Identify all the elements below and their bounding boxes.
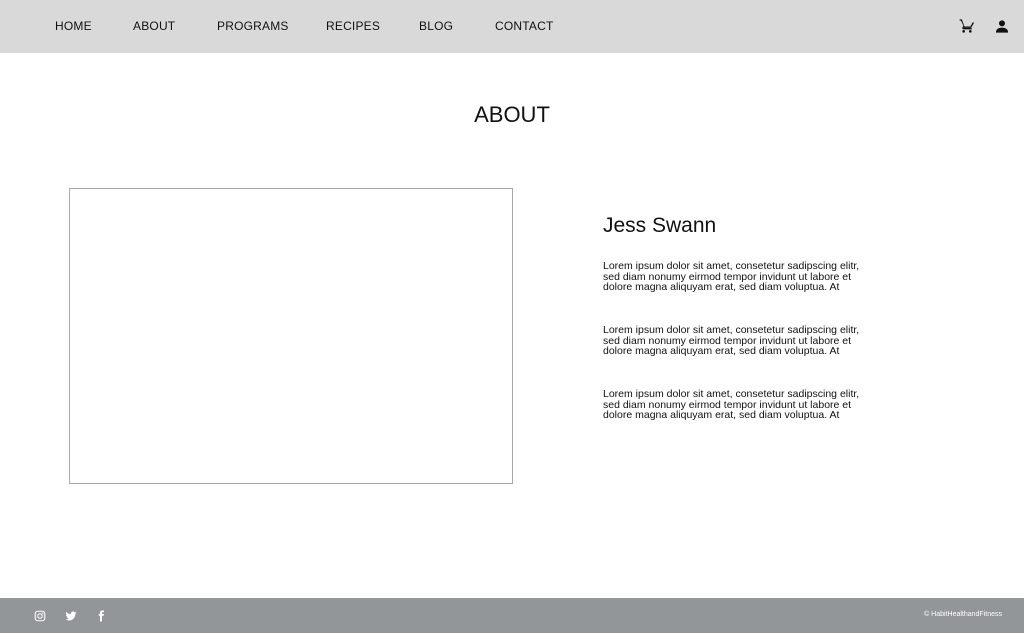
nav-blog[interactable]: BLOG xyxy=(419,19,453,33)
bio-paragraph: Lorem ipsum dolor sit amet, consetetur s… xyxy=(603,260,860,293)
top-nav-bar: HOME ABOUT PROGRAMS RECIPES BLOG CONTACT xyxy=(0,0,1024,53)
footer: © HabitHealthandFitness xyxy=(0,598,1024,633)
facebook-icon[interactable] xyxy=(95,609,107,622)
copyright-text: © HabitHealthandFitness xyxy=(924,611,1002,618)
instagram-icon[interactable] xyxy=(34,609,46,622)
nav-programs[interactable]: PROGRAMS xyxy=(217,19,289,33)
page-title: ABOUT xyxy=(474,102,550,127)
shopping-cart-icon[interactable] xyxy=(959,18,975,34)
profile-name: Jess Swann xyxy=(603,214,717,237)
nav-home[interactable]: HOME xyxy=(55,19,92,33)
twitter-icon[interactable] xyxy=(65,609,77,621)
profile-image-placeholder xyxy=(69,188,513,484)
user-icon[interactable] xyxy=(994,18,1010,34)
nav-contact[interactable]: CONTACT xyxy=(495,19,554,33)
nav-recipes[interactable]: RECIPES xyxy=(326,19,380,33)
bio-paragraph: Lorem ipsum dolor sit amet, consetetur s… xyxy=(603,388,860,421)
nav-about[interactable]: ABOUT xyxy=(133,19,175,33)
about-page: HOME ABOUT PROGRAMS RECIPES BLOG CONTACT… xyxy=(0,0,1024,633)
bio-paragraph: Lorem ipsum dolor sit amet, consetetur s… xyxy=(603,324,860,357)
